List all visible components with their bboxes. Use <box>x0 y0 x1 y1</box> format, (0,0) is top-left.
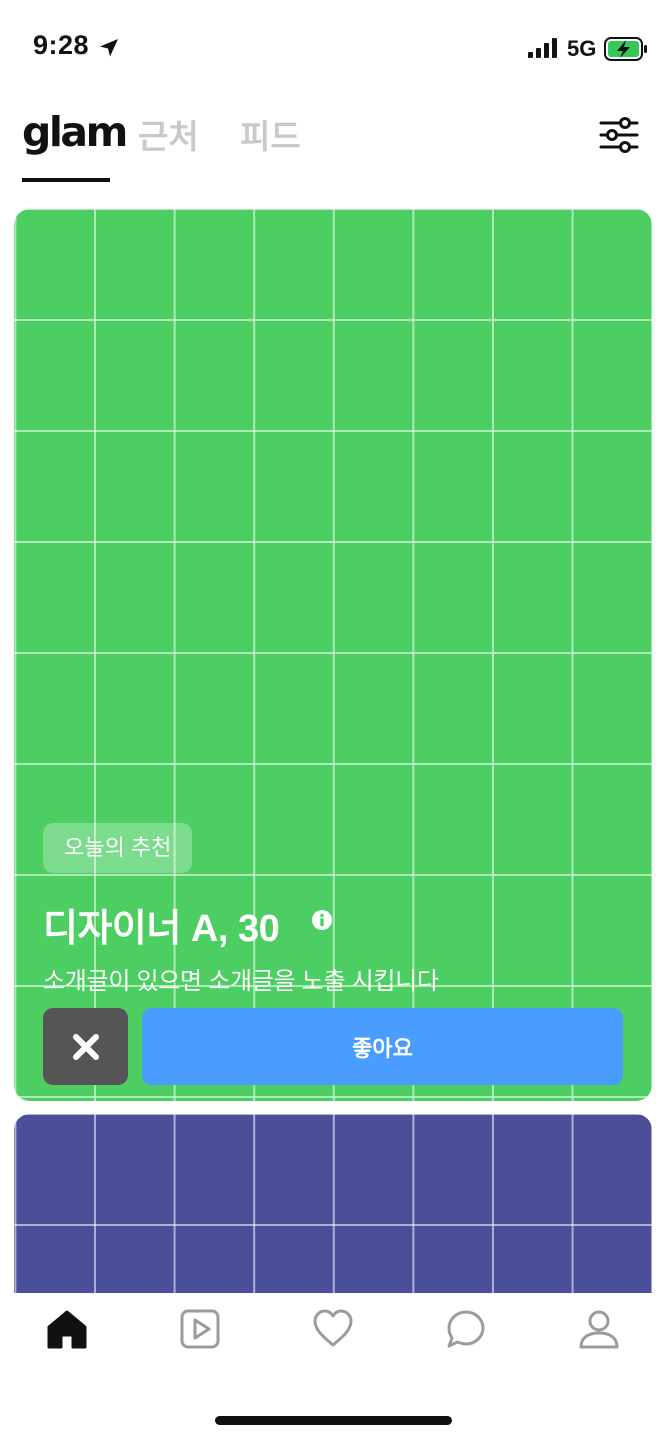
tab-nearby[interactable]: 근처 <box>138 110 199 158</box>
profile-card[interactable]: 오늘의 추천 디자이너 A, 30 소개글이 있으면 소개글을 노출 시킵니다 … <box>14 209 652 1101</box>
profile-icon[interactable] <box>577 1307 621 1351</box>
next-profile-card[interactable] <box>14 1114 652 1314</box>
tab-feed[interactable]: 피드 <box>240 110 301 158</box>
like-button[interactable]: 좋아요 <box>142 1008 623 1085</box>
info-icon[interactable] <box>311 909 333 931</box>
status-bar: 9:28 5G <box>0 0 666 100</box>
sliders-icon[interactable] <box>598 114 640 156</box>
recommendation-badge: 오늘의 추천 <box>43 823 193 873</box>
active-tab-indicator <box>22 178 110 182</box>
pass-button[interactable] <box>43 1008 128 1085</box>
status-time: 9:28 <box>33 30 90 60</box>
top-header: glam 근처 피드 <box>0 100 666 190</box>
close-icon <box>72 1033 99 1060</box>
play-icon[interactable] <box>178 1307 222 1351</box>
home-indicator[interactable] <box>215 1416 452 1425</box>
signal-bars-icon <box>528 38 557 58</box>
location-arrow-icon <box>100 39 118 57</box>
profile-name: 디자이너 A, 30 <box>43 908 280 950</box>
battery-charging-icon <box>604 37 647 61</box>
heart-icon[interactable] <box>311 1307 355 1351</box>
tab-glam[interactable]: glam <box>22 108 128 156</box>
home-icon[interactable] <box>45 1307 89 1351</box>
network-type: 5G <box>567 36 597 61</box>
profile-intro: 소개글이 있으면 소개글을 노출 시킵니다 <box>43 968 439 995</box>
chat-icon[interactable] <box>444 1307 488 1351</box>
